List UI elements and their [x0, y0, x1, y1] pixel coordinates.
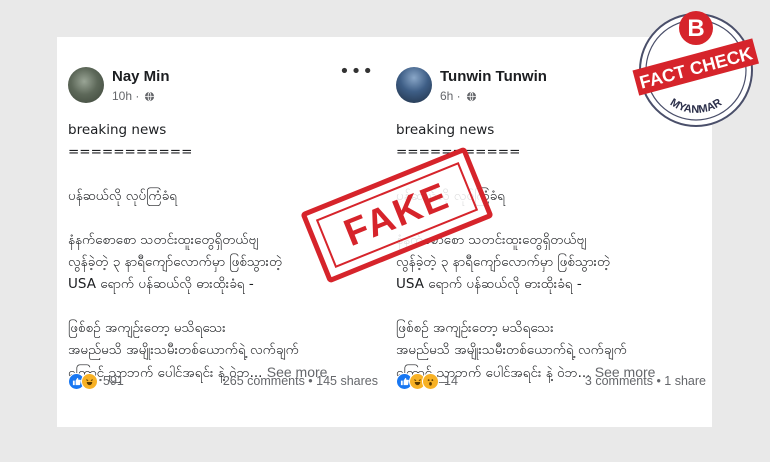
haha-reaction-icon: [81, 372, 98, 390]
post-meta: 6h ·: [440, 89, 477, 103]
comment-share-stats[interactable]: 265 comments • 145 shares: [223, 374, 378, 388]
avatar[interactable]: [396, 67, 432, 103]
post-time[interactable]: 6h ·: [440, 89, 461, 103]
post-meta: 10h ·: [112, 89, 155, 103]
reactions[interactable]: 591: [68, 372, 124, 390]
post-footer: 14 3 comments • 1 share: [396, 371, 706, 391]
author-name[interactable]: Tunwin Tunwin: [440, 68, 547, 85]
wow-reaction-icon: [422, 372, 439, 390]
post-text-line: ဖြစ်စဥ် အကျဥ်းတော့ မသိရသေး: [396, 320, 554, 336]
post-footer: 591 265 comments • 145 shares: [68, 371, 378, 391]
reactions[interactable]: 14: [396, 372, 458, 390]
reaction-count[interactable]: 591: [103, 374, 124, 388]
b-logo-icon: B: [679, 11, 713, 45]
post-text-line: ===========: [68, 144, 193, 160]
fact-check-badge-logo: B FACT CHECK MYANMAR: [632, 11, 759, 127]
post-text-line: breaking news: [68, 122, 167, 138]
svg-text:B: B: [687, 15, 704, 42]
comment-share-stats[interactable]: 3 comments • 1 share: [585, 374, 706, 388]
author-name[interactable]: Nay Min: [112, 68, 170, 85]
post-text-line: အမည်မသိ အမျိုးသမီးတစ်ယောက်ရဲ့ လက်ချက်: [396, 342, 627, 358]
globe-icon: [466, 91, 476, 101]
post-text-line: USA ရောက် ပန်ဆယ်လို ဓားထိုးခံရ -: [396, 276, 582, 292]
globe-icon: [145, 91, 155, 101]
post-time[interactable]: 10h ·: [112, 89, 139, 103]
avatar[interactable]: [68, 67, 104, 103]
post-text-line: လွန်ခဲ့တဲ့ ၃ နာရီကျော်လောက်မှာ ဖြစ်သွားတ…: [396, 254, 611, 270]
more-options-icon[interactable]: •••: [339, 61, 374, 82]
reaction-count[interactable]: 14: [444, 374, 458, 388]
post-text-line: ဖြစ်စဥ် အကျဥ်းတော့ မသိရသေး: [68, 320, 226, 336]
post-header: Nay Min 10h · •••: [68, 59, 388, 103]
post-text-line: အမည်မသိ အမျိုးသမီးတစ်ယောက်ရဲ့ လက်ချက်: [68, 342, 299, 358]
